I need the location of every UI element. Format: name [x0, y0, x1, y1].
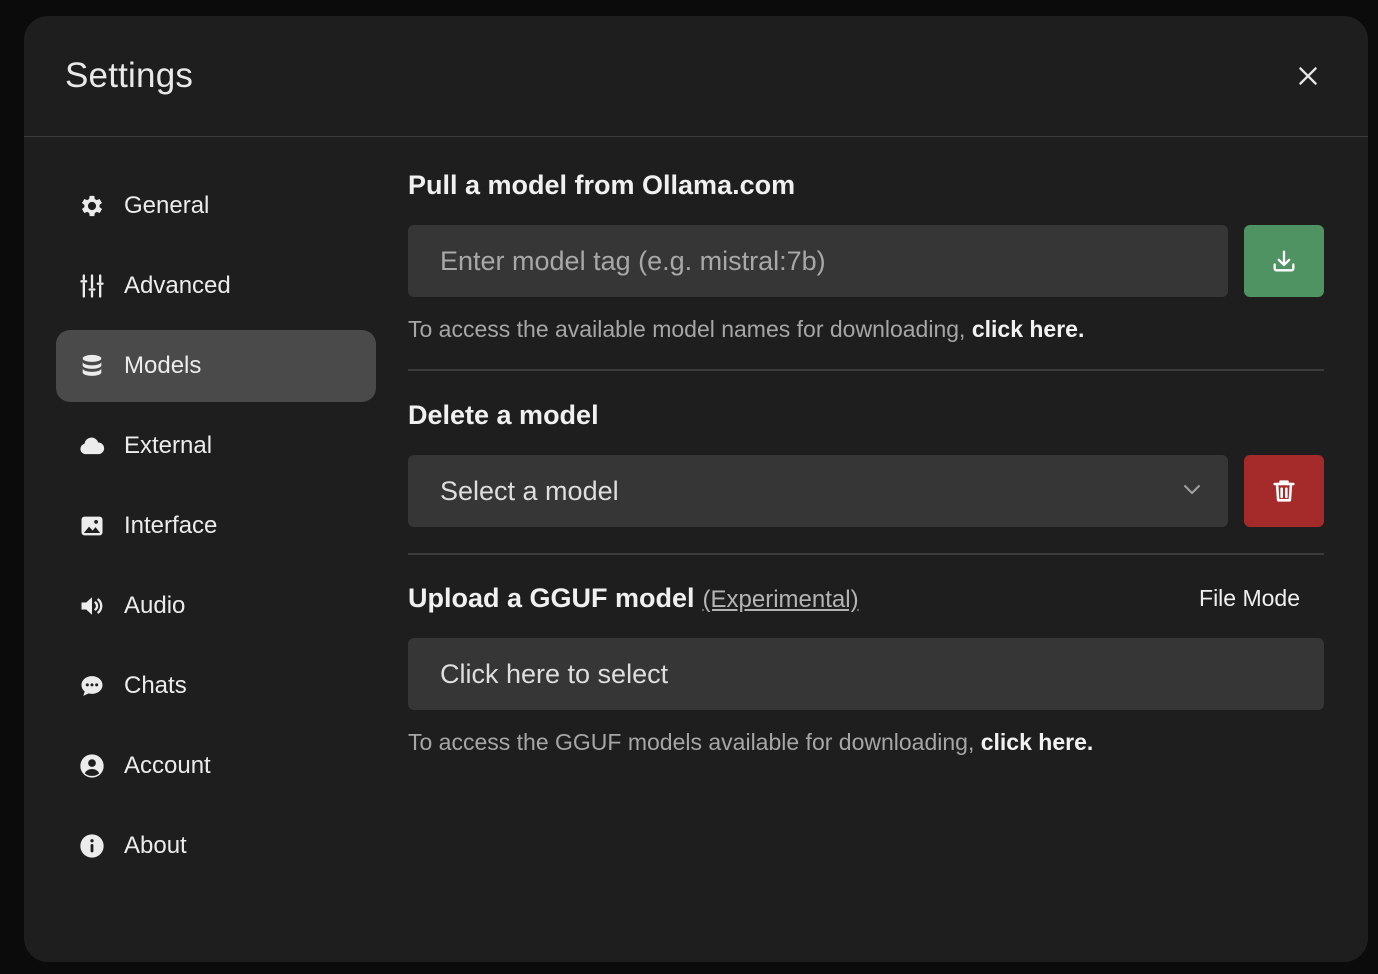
sidebar-item-label: External [124, 432, 213, 459]
delete-model-title: Delete a model [408, 400, 599, 430]
sidebar-item-general[interactable]: General [56, 170, 376, 242]
speaker-icon [77, 591, 107, 621]
upload-header: Upload a GGUF model (Experimental) File M… [408, 583, 1324, 614]
chat-bubble-icon [77, 671, 107, 701]
pull-model-row [408, 225, 1324, 297]
settings-sidebar: General Advanced Models External Interfa… [56, 170, 376, 890]
sidebar-item-label: Audio [124, 592, 186, 619]
info-icon [77, 831, 107, 861]
pull-model-title: Pull a model from Ollama.com [408, 170, 796, 200]
gguf-file-select-button[interactable]: Click here to select [408, 638, 1324, 710]
sidebar-item-label: Chats [124, 672, 187, 699]
file-mode-toggle[interactable]: File Mode [1199, 585, 1300, 612]
gear-icon [77, 191, 107, 221]
pull-model-button[interactable] [1244, 225, 1324, 297]
modal-title: Settings [65, 56, 194, 95]
sidebar-item-advanced[interactable]: Advanced [56, 250, 376, 322]
sidebar-item-interface[interactable]: Interface [56, 490, 376, 562]
image-icon [77, 511, 107, 541]
delete-model-row: Select a model [408, 455, 1324, 527]
sliders-icon [77, 271, 107, 301]
pull-model-hint: To access the available model names for … [408, 316, 1324, 343]
sidebar-item-label: About [124, 832, 187, 859]
modal-header: Settings [24, 16, 1368, 137]
hint-text: To access the available model names for … [408, 316, 972, 342]
sidebar-item-label: General [124, 192, 210, 219]
trash-icon [1273, 480, 1295, 502]
upload-model-title: Upload a GGUF model [408, 583, 695, 613]
sidebar-item-external[interactable]: External [56, 410, 376, 482]
close-button[interactable] [1290, 58, 1326, 94]
model-select[interactable]: Select a model [408, 455, 1228, 527]
settings-modal: Settings General Advanced Models Externa… [24, 16, 1368, 962]
upload-model-hint: To access the GGUF models available for … [408, 729, 1324, 756]
section-divider [408, 369, 1324, 371]
download-icon [1273, 250, 1295, 272]
model-select-value: Select a model [440, 475, 619, 506]
sidebar-item-label: Account [124, 752, 211, 779]
sidebar-item-about[interactable]: About [56, 810, 376, 882]
sidebar-item-account[interactable]: Account [56, 730, 376, 802]
gguf-models-link[interactable]: click here. [981, 729, 1094, 755]
model-tag-input[interactable] [408, 225, 1228, 297]
sidebar-item-label: Advanced [124, 272, 231, 299]
cloud-icon [77, 431, 107, 461]
experimental-label: (Experimental) [702, 586, 859, 613]
sidebar-item-label: Interface [124, 512, 218, 539]
sidebar-item-models[interactable]: Models [56, 330, 376, 402]
sidebar-item-label: Models [124, 352, 202, 379]
close-icon [1299, 67, 1317, 85]
models-panel: Pull a model from Ollama.com To access t… [408, 170, 1324, 756]
chevron-down-icon [1180, 477, 1204, 506]
user-circle-icon [77, 751, 107, 781]
sidebar-item-audio[interactable]: Audio [56, 570, 376, 642]
section-divider [408, 553, 1324, 555]
delete-model-button[interactable] [1244, 455, 1324, 527]
database-icon [77, 351, 107, 381]
hint-text: To access the GGUF models available for … [408, 729, 981, 755]
sidebar-item-chats[interactable]: Chats [56, 650, 376, 722]
model-library-link[interactable]: click here. [972, 316, 1085, 342]
